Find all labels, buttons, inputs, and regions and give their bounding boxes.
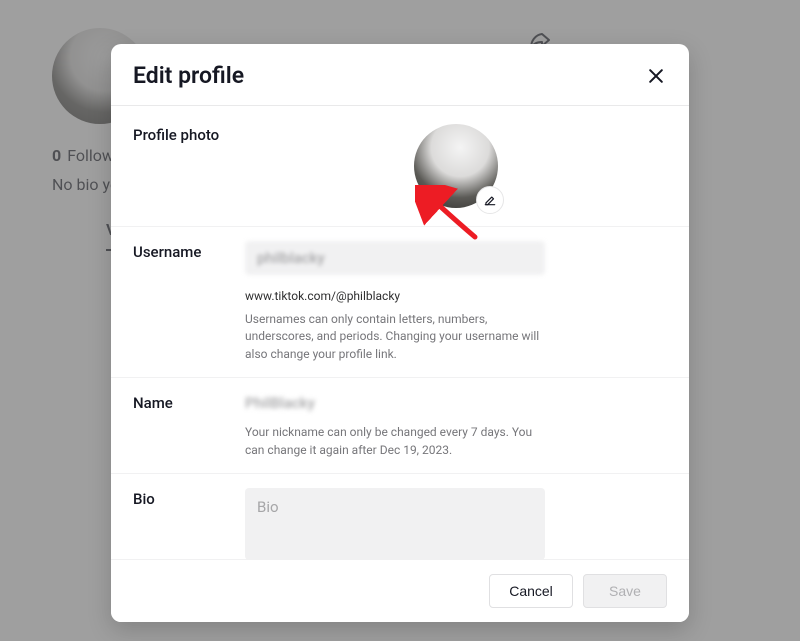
username-label: Username	[133, 241, 245, 363]
section-profile-photo: Profile photo	[111, 106, 689, 227]
save-button[interactable]: Save	[583, 574, 667, 608]
username-content: philblacky www.tiktok.com/@philblacky Us…	[245, 241, 667, 363]
name-help: Your nickname can only be changed every …	[245, 424, 545, 459]
profile-photo-content	[245, 124, 667, 208]
username-help: Usernames can only contain letters, numb…	[245, 311, 545, 363]
username-input[interactable]: philblacky	[245, 241, 545, 275]
username-url: www.tiktok.com/@philblacky	[245, 289, 667, 303]
cancel-button[interactable]: Cancel	[489, 574, 573, 608]
modal-title: Edit profile	[133, 62, 244, 89]
edit-profile-modal: Edit profile Profile photo Username	[111, 44, 689, 622]
pencil-icon	[483, 193, 497, 207]
avatar	[414, 124, 498, 208]
name-content: PhilBlacky Your nickname can only be cha…	[245, 392, 667, 459]
modal-footer: Cancel Save	[111, 559, 689, 622]
section-name: Name PhilBlacky Your nickname can only b…	[111, 378, 689, 474]
name-label: Name	[133, 392, 245, 459]
section-username: Username philblacky www.tiktok.com/@phil…	[111, 227, 689, 378]
bio-input[interactable]: Bio	[245, 488, 545, 560]
edit-photo-button[interactable]	[476, 186, 504, 214]
name-input[interactable]: PhilBlacky	[245, 392, 667, 414]
close-icon	[646, 66, 666, 86]
close-button[interactable]	[645, 65, 667, 87]
profile-photo-label: Profile photo	[133, 124, 245, 208]
modal-header: Edit profile	[111, 44, 689, 106]
